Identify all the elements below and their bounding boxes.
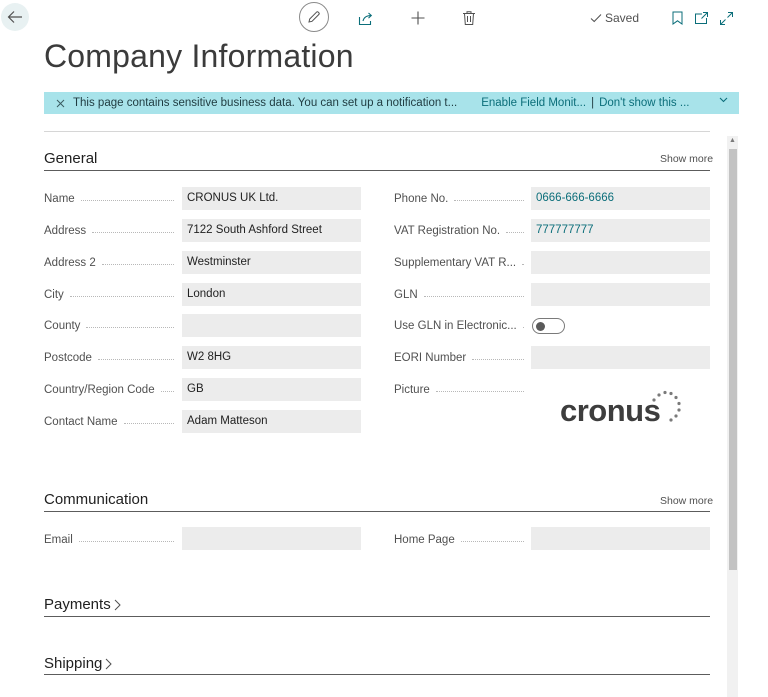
general-section-title[interactable]: General <box>44 150 97 167</box>
address-label: Address <box>44 225 174 237</box>
email-label: Email <box>44 534 174 546</box>
new-button[interactable] <box>406 6 430 30</box>
share-button[interactable] <box>354 6 378 30</box>
notification-expand-button[interactable] <box>719 97 728 103</box>
edit-button[interactable] <box>299 2 329 32</box>
use-gln-toggle[interactable] <box>532 318 565 334</box>
shipping-section-line <box>44 674 710 675</box>
payments-section-title: Payments <box>44 596 111 613</box>
open-new-window-button[interactable] <box>689 6 713 30</box>
saved-status: Saved <box>590 11 639 25</box>
supplementary-vat-field[interactable] <box>531 251 710 274</box>
contact-name-label: Contact Name <box>44 416 174 428</box>
enable-field-monitoring-link[interactable]: Enable Field Monit... <box>481 97 586 109</box>
chevron-right-icon <box>106 658 113 669</box>
communication-section-title[interactable]: Communication <box>44 491 148 508</box>
notification-bar: This page contains sensitive business da… <box>44 92 739 114</box>
cronus-logo-text: cronus <box>560 393 661 428</box>
communication-section-line <box>44 511 710 512</box>
content-divider <box>44 131 710 132</box>
supplementary-vat-label: Supplementary VAT R... <box>394 257 524 269</box>
open-in-new-window-icon <box>694 12 708 24</box>
county-label: County <box>44 320 174 332</box>
arrow-left-icon <box>7 11 22 23</box>
scrollbar-thumb[interactable] <box>729 149 737 570</box>
delete-button[interactable] <box>457 6 481 30</box>
bookmark-icon <box>672 11 682 25</box>
phone-no-field[interactable]: 0666-666-6666 <box>531 187 710 210</box>
name-label: Name <box>44 193 174 205</box>
city-label: City <box>44 289 174 301</box>
home-page-field[interactable] <box>531 527 710 550</box>
postcode-label: Postcode <box>44 352 174 364</box>
county-field[interactable] <box>182 314 361 337</box>
notification-message: This page contains sensitive business da… <box>73 97 458 109</box>
gln-label: GLN <box>394 289 524 301</box>
vat-registration-no-field[interactable]: 777777777 <box>531 219 710 242</box>
checkmark-icon <box>590 14 602 23</box>
company-picture[interactable]: cronus <box>560 390 690 434</box>
email-field[interactable] <box>182 527 361 550</box>
address-field[interactable]: 7122 South Ashford Street <box>182 219 361 242</box>
page-title: Company Information <box>44 38 354 74</box>
contact-name-field[interactable]: Adam Matteson <box>182 410 361 433</box>
close-notification-button[interactable] <box>56 99 65 108</box>
dont-show-again-link[interactable]: Don't show this ... <box>599 97 689 109</box>
gln-field[interactable] <box>531 283 710 306</box>
shipping-section-header[interactable]: Shipping <box>44 655 113 672</box>
plus-icon <box>411 11 425 25</box>
logo-dots-icon <box>652 390 681 422</box>
address-2-field[interactable]: Westminster <box>182 251 361 274</box>
postcode-field[interactable]: W2 8HG <box>182 346 361 369</box>
pencil-icon <box>308 11 320 23</box>
vat-registration-no-label: VAT Registration No. <box>394 225 524 237</box>
eori-number-label: EORI Number <box>394 352 524 364</box>
back-button[interactable] <box>1 3 29 31</box>
share-icon <box>358 12 373 25</box>
country-region-code-field[interactable]: GB <box>182 378 361 401</box>
scroll-up-arrow-icon[interactable]: ▲ <box>729 137 736 144</box>
communication-show-more-link[interactable]: Show more <box>660 495 713 507</box>
phone-no-label: Phone No. <box>394 193 524 205</box>
name-field[interactable]: CRONUS UK Ltd. <box>182 187 361 210</box>
toggle-knob <box>536 321 545 331</box>
city-field[interactable]: London <box>182 283 361 306</box>
general-show-more-link[interactable]: Show more <box>660 153 713 165</box>
shipping-section-title: Shipping <box>44 655 103 672</box>
bookmark-button[interactable] <box>665 6 689 30</box>
country-region-code-label: Country/Region Code <box>44 384 174 396</box>
use-gln-label: Use GLN in Electronic... <box>394 320 524 332</box>
payments-section-header[interactable]: Payments <box>44 596 121 613</box>
payments-section-line <box>44 616 710 617</box>
eori-number-field[interactable] <box>531 346 710 369</box>
address-2-label: Address 2 <box>44 257 174 269</box>
home-page-label: Home Page <box>394 534 524 546</box>
expand-icon <box>719 11 733 25</box>
chevron-down-icon <box>719 97 728 103</box>
notification-separator: | <box>591 97 595 109</box>
trash-icon <box>463 11 475 25</box>
close-icon <box>56 99 65 107</box>
general-section-line <box>44 170 710 171</box>
picture-label: Picture <box>394 384 524 396</box>
chevron-right-icon <box>114 599 121 610</box>
expand-button[interactable] <box>714 6 738 30</box>
saved-label: Saved <box>605 11 640 25</box>
